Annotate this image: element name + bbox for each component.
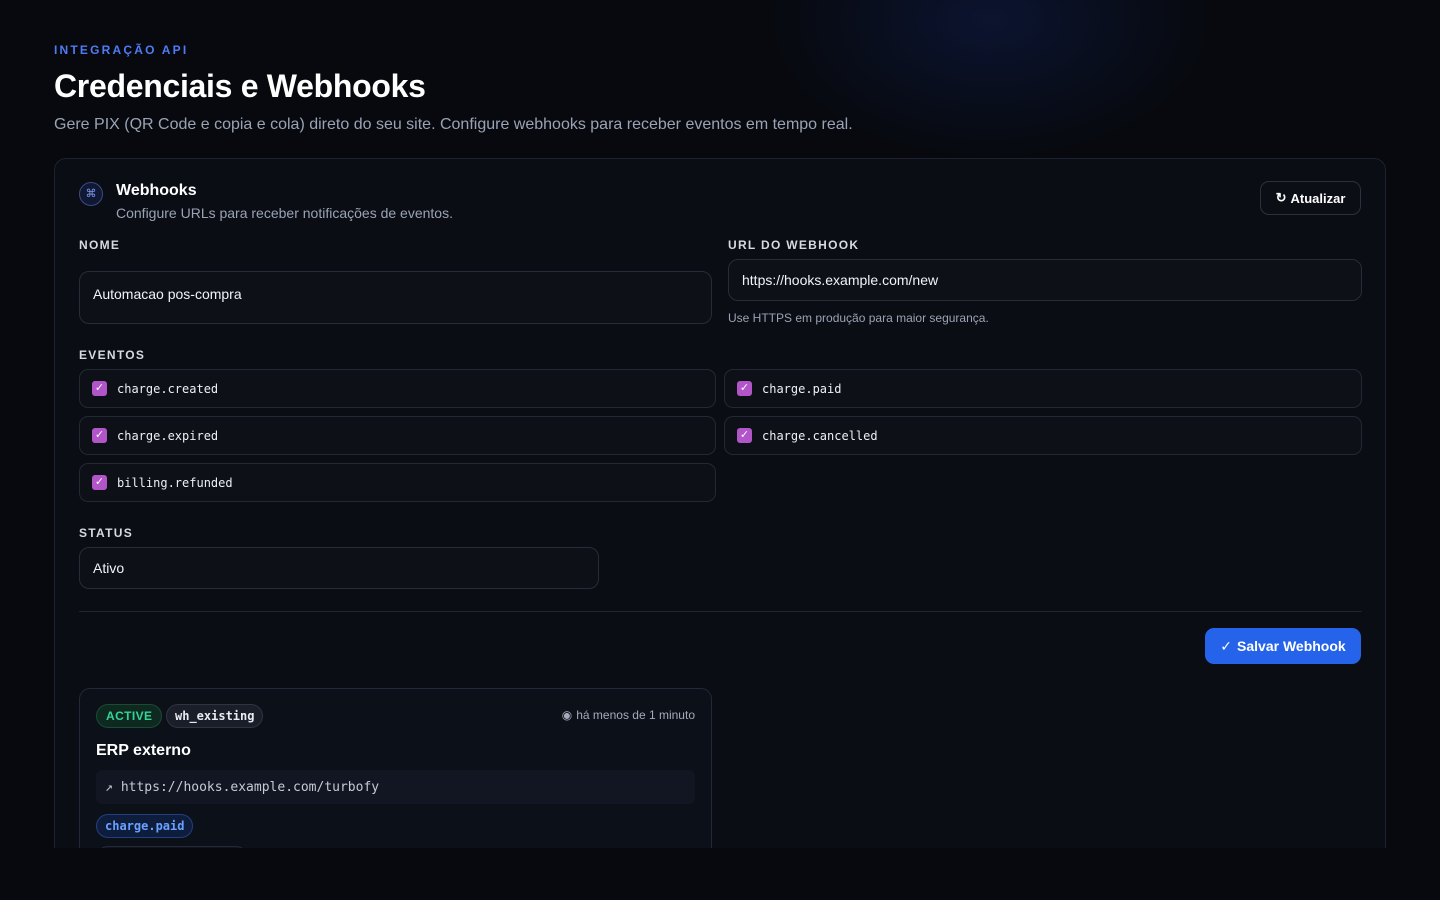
page-subtitle: Gere PIX (QR Code e copia e cola) direto… — [54, 116, 853, 133]
event-option-charge-paid[interactable]: ✓ charge.paid — [724, 369, 1362, 408]
status-select[interactable]: Ativo — [79, 547, 599, 589]
webhook-event-badge: charge.paid — [96, 814, 194, 838]
event-option-charge-cancelled[interactable]: ✓ charge.cancelled — [724, 416, 1362, 455]
url-input[interactable]: https://hooks.example.com/new — [728, 259, 1362, 301]
checkbox-checked-icon[interactable]: ✓ — [737, 428, 752, 443]
webhook-url-text: https://hooks.example.com/turbofy — [120, 779, 380, 795]
checkbox-checked-icon[interactable]: ✓ — [92, 381, 107, 396]
check-icon: ✓ — [1220, 637, 1233, 654]
page-title: Credenciais e Webhooks — [54, 68, 426, 104]
webhooks-card: ⌘ Webhooks Configure URLs para receber n… — [54, 158, 1386, 870]
refresh-icon: ↻ — [1275, 190, 1287, 205]
save-webhook-button[interactable]: ✓ Salvar Webhook — [1205, 628, 1361, 664]
status-label: STATUS — [79, 526, 134, 540]
webhook-timestamp: ◉ há menos de 1 minuto — [562, 708, 695, 722]
status-badge: ACTIVE — [96, 704, 163, 728]
event-option-charge-expired[interactable]: ✓ charge.expired — [79, 416, 716, 455]
webhook-url[interactable]: ↗ https://hooks.example.com/turbofy — [96, 770, 695, 804]
card-subtitle: Configure URLs para receber notificações… — [116, 205, 453, 221]
divider — [79, 611, 1362, 612]
name-label: NOME — [79, 238, 121, 252]
event-option-billing-refunded[interactable]: ✓ billing.refunded — [79, 463, 716, 502]
status-select-value: Ativo — [93, 560, 125, 576]
events-label: EVENTOS — [79, 348, 146, 362]
name-input[interactable]: Automacao pos-compra — [79, 271, 712, 324]
section-eyebrow: INTEGRAÇÃO API — [54, 43, 189, 57]
radio-dot-icon: ◉ — [561, 708, 573, 722]
url-input-value: https://hooks.example.com/new — [742, 272, 939, 288]
refresh-button[interactable]: ↻ Atualizar — [1260, 181, 1361, 215]
name-input-value: Automacao pos-compra — [93, 286, 242, 302]
viewport-bottom — [0, 848, 1440, 900]
event-option-label: billing.refunded — [117, 475, 233, 490]
event-option-label: charge.paid — [762, 381, 842, 396]
refresh-button-label: Atualizar — [1290, 190, 1346, 206]
webhook-name: ERP externo — [96, 742, 191, 759]
webhook-id-badge: wh_existing — [166, 704, 264, 728]
checkbox-checked-icon[interactable]: ✓ — [737, 381, 752, 396]
webhook-time-text: há menos de 1 minuto — [576, 708, 695, 722]
webhook-item: ACTIVE wh_existing ◉ há menos de 1 minut… — [79, 688, 712, 870]
event-option-label: charge.cancelled — [762, 428, 878, 443]
command-icon: ⌘ — [79, 182, 103, 206]
checkbox-checked-icon[interactable]: ✓ — [92, 475, 107, 490]
external-link-icon: ↗ — [105, 779, 113, 795]
event-option-charge-created[interactable]: ✓ charge.created — [79, 369, 716, 408]
card-title: Webhooks — [116, 182, 197, 199]
url-label: URL DO WEBHOOK — [728, 238, 860, 252]
event-option-label: charge.created — [117, 381, 219, 396]
save-webhook-label: Salvar Webhook — [1237, 638, 1346, 654]
event-option-label: charge.expired — [117, 428, 219, 443]
url-hint: Use HTTPS em produção para maior seguran… — [728, 311, 989, 325]
checkbox-checked-icon[interactable]: ✓ — [92, 428, 107, 443]
